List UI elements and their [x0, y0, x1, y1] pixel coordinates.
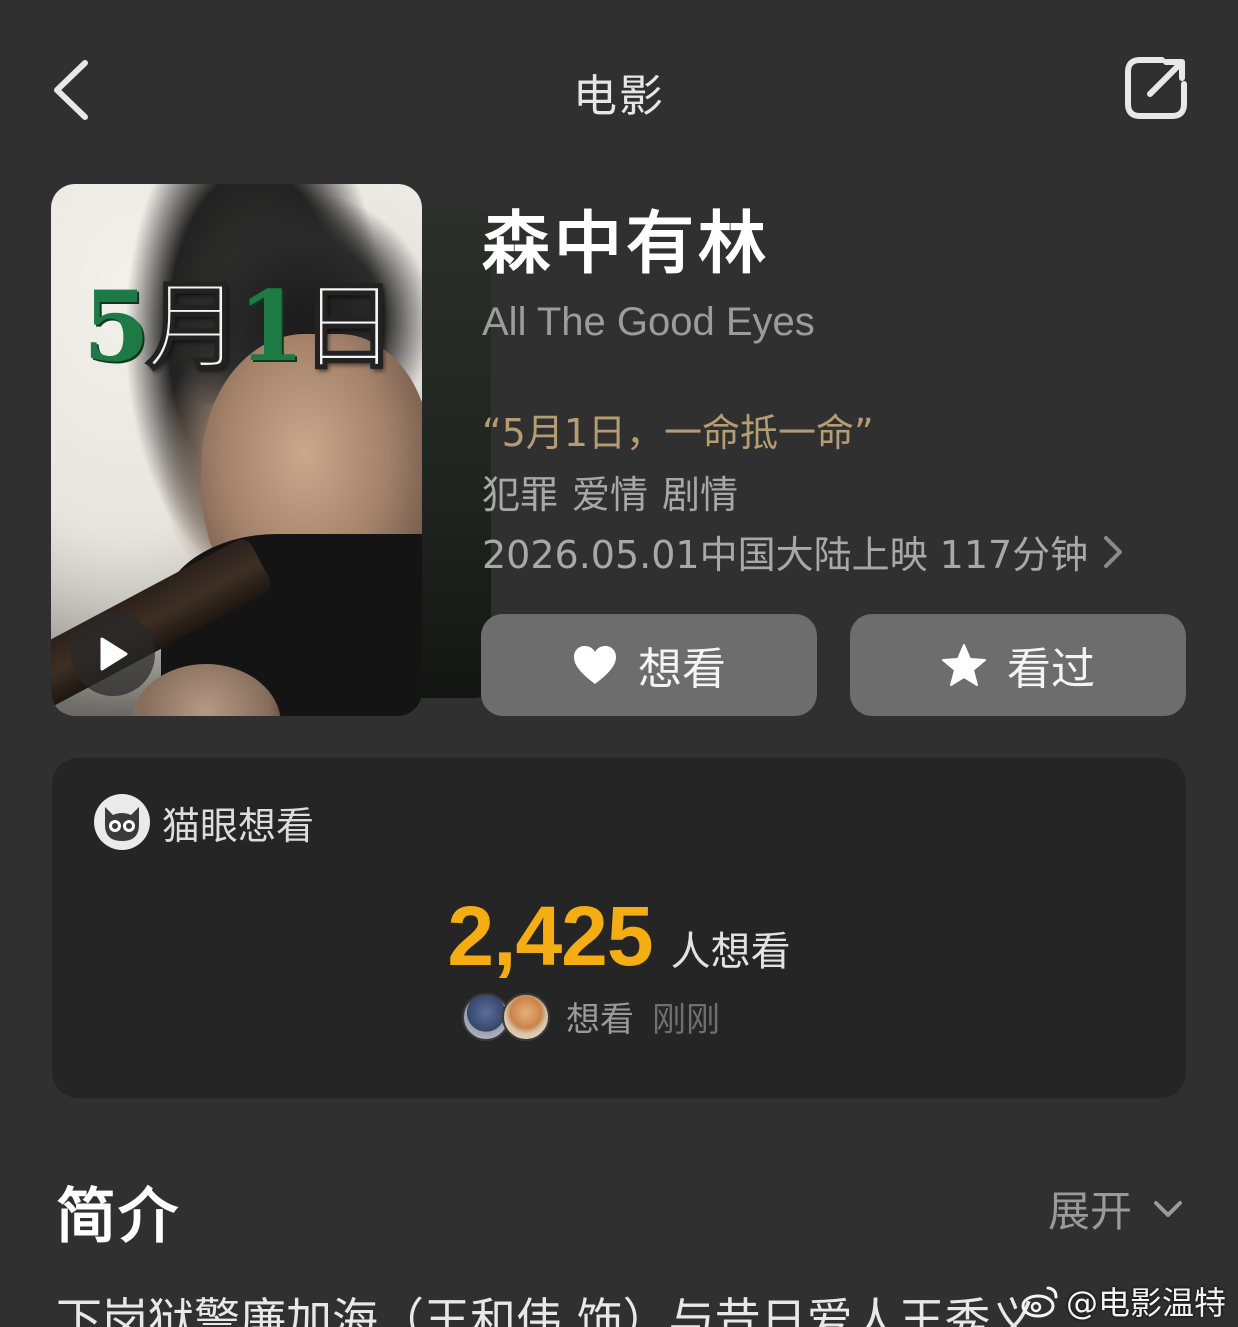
recent-time: 刚刚: [652, 1000, 720, 1040]
weibo-watermark: @电影温特: [1020, 1278, 1226, 1324]
weibo-icon: [1021, 1286, 1058, 1318]
share-button[interactable]: [1118, 50, 1194, 126]
play-icon: [100, 637, 128, 671]
avatar-group: [462, 992, 550, 1041]
top-nav-bar: 电影: [0, 0, 1238, 180]
poster-date-text: 5月1日: [83, 270, 422, 383]
want-count-unit: 人想看: [670, 929, 791, 975]
genre-list: 犯罪 爱情 剧情: [482, 464, 738, 519]
want-count-row: 2,425 人想看: [52, 888, 1186, 985]
card-title: 猫眼想看: [162, 803, 315, 848]
chevron-down-icon: [1154, 1200, 1182, 1217]
release-info: 2026.05.01中国大陆上映 117分钟: [482, 533, 1089, 577]
poster-date-char: 月: [145, 270, 243, 383]
share-icon: [1125, 57, 1187, 119]
seen-button-label: 看过: [1007, 644, 1095, 695]
star-icon: [942, 644, 986, 686]
cat-face-icon: [105, 807, 139, 841]
want-to-watch-card: 猫眼想看 2,425 人想看 想看 刚刚: [52, 758, 1186, 1098]
maoyan-cat-icon: [94, 794, 150, 850]
recent-action-label: 想看: [566, 1000, 634, 1040]
poster-date-digit: 1: [237, 270, 305, 383]
poster-date-digit: 5: [83, 270, 150, 383]
release-info-link[interactable]: 2026.05.01中国大陆上映 117分钟: [482, 524, 1124, 579]
play-trailer-button[interactable]: [71, 612, 155, 696]
expand-synopsis-button[interactable]: 展开: [1048, 1178, 1184, 1239]
want-count: 2,425: [447, 889, 653, 983]
card-header: 猫眼想看: [94, 794, 314, 850]
want-button-label: 想看: [638, 644, 726, 695]
want-to-watch-button[interactable]: 想看: [481, 614, 817, 716]
chevron-right-icon: [1104, 535, 1123, 568]
watched-button[interactable]: 看过: [850, 614, 1186, 716]
movie-title: 森中有林: [482, 205, 771, 284]
genre-tag: 爱情: [572, 473, 649, 517]
page-title: 电影: [573, 71, 665, 122]
expand-label: 展开: [1047, 1187, 1132, 1236]
heart-icon: [574, 646, 616, 684]
movie-poster[interactable]: 5月1日: [51, 184, 422, 716]
poster-date-char: 日: [300, 270, 398, 383]
genre-tag: 剧情: [662, 473, 739, 517]
synopsis-heading: 简介: [56, 1182, 180, 1252]
movie-tagline: “5月1日，一命抵一命”: [482, 411, 874, 455]
recent-activity[interactable]: 想看 刚刚: [462, 992, 720, 1041]
avatar: [502, 992, 550, 1041]
movie-english-title: All The Good Eyes: [482, 300, 815, 344]
genre-tag: 犯罪: [482, 473, 559, 517]
watermark-text: @电影温特: [1065, 1284, 1226, 1322]
poster-area[interactable]: 5月1日: [51, 184, 491, 716]
